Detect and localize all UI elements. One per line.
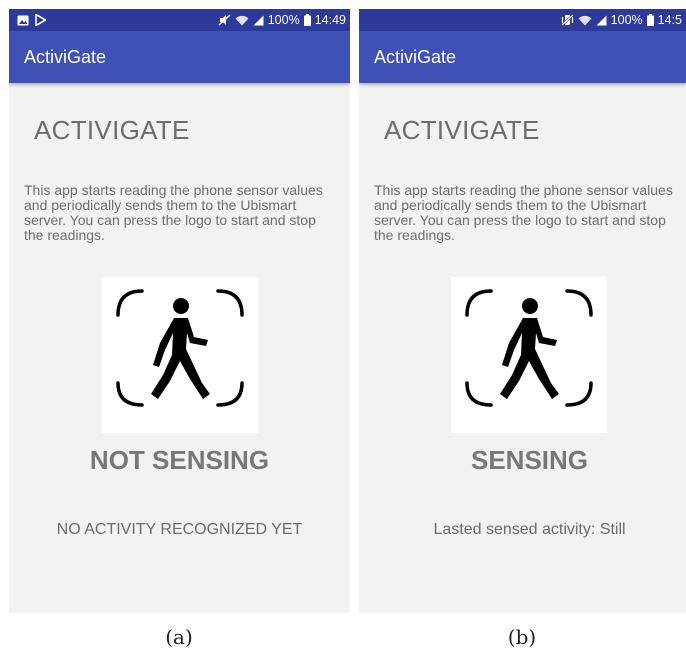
signal-icon	[253, 15, 264, 26]
main-content: ACTIVIGATE This app starts reading the p…	[9, 83, 350, 613]
signal-icon	[596, 15, 607, 26]
battery-percent: 100%	[610, 13, 643, 27]
app-description: This app starts reading the phone sensor…	[24, 182, 323, 243]
activity-status-text: NO ACTIVITY RECOGNIZED YET	[56, 521, 303, 538]
status-bar: 100% 14:49	[9, 9, 350, 31]
status-bar: 100% 14:5	[359, 9, 686, 31]
wifi-icon	[235, 15, 249, 26]
sensing-status: NOT SENSING	[89, 445, 270, 475]
walking-person-icon	[465, 289, 593, 407]
sensing-toggle-logo-button[interactable]	[102, 277, 258, 433]
mute-icon	[218, 14, 231, 26]
clock: 14:5	[657, 13, 682, 27]
wifi-icon	[578, 15, 592, 26]
app-bar: ActiviGate	[9, 31, 350, 83]
page-title: ACTIVIGATE	[384, 115, 540, 145]
main-content: ACTIVIGATE This app starts reading the p…	[359, 83, 686, 613]
phone-screen-b: 100% 14:5 ActiviGate ACTIVIGATE This app…	[359, 9, 686, 613]
play-store-icon	[35, 14, 46, 26]
page-title: ACTIVIGATE	[34, 115, 190, 145]
app-description: This app starts reading the phone sensor…	[374, 182, 673, 243]
activity-status-text: Lasted sensed activity: Still	[433, 521, 626, 538]
clock: 14:49	[314, 13, 346, 27]
sensing-status: SENSING	[470, 445, 589, 475]
sensing-toggle-logo-button[interactable]	[451, 277, 607, 433]
battery-icon	[303, 14, 311, 26]
battery-percent: 100%	[267, 13, 300, 27]
figure-caption-b: (b)	[507, 625, 537, 649]
app-bar-title: ActiviGate	[374, 46, 457, 67]
app-bar-title: ActiviGate	[24, 46, 107, 67]
phone-screen-a: 100% 14:49 ActiviGate ACTIVIGATE This ap…	[9, 9, 350, 613]
app-bar: ActiviGate	[359, 31, 686, 83]
image-icon	[17, 15, 29, 26]
figure-caption-a: (a)	[165, 625, 193, 649]
walking-person-icon	[116, 289, 244, 407]
vibrate-mute-icon	[560, 14, 574, 26]
battery-icon	[646, 14, 654, 26]
